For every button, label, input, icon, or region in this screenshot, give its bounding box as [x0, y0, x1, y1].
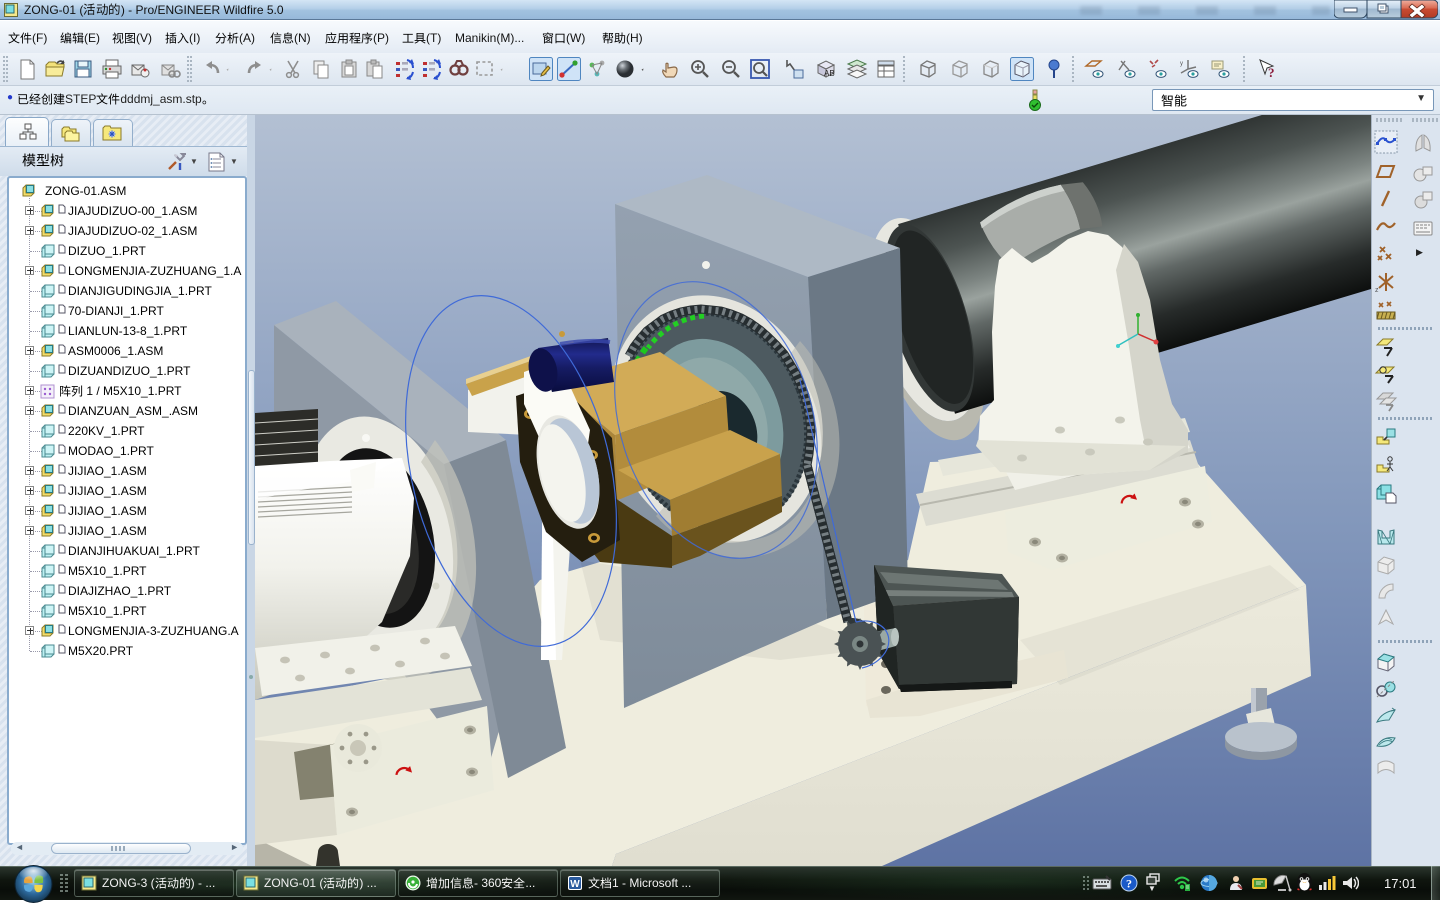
svg-text:AB: AB	[824, 69, 835, 78]
svg-text:?: ?	[1126, 877, 1132, 891]
svg-text:z: z	[1375, 287, 1379, 294]
svg-text:?: ?	[1268, 65, 1275, 80]
svg-text:y: y	[1180, 61, 1183, 67]
svg-text:W: W	[570, 879, 580, 890]
